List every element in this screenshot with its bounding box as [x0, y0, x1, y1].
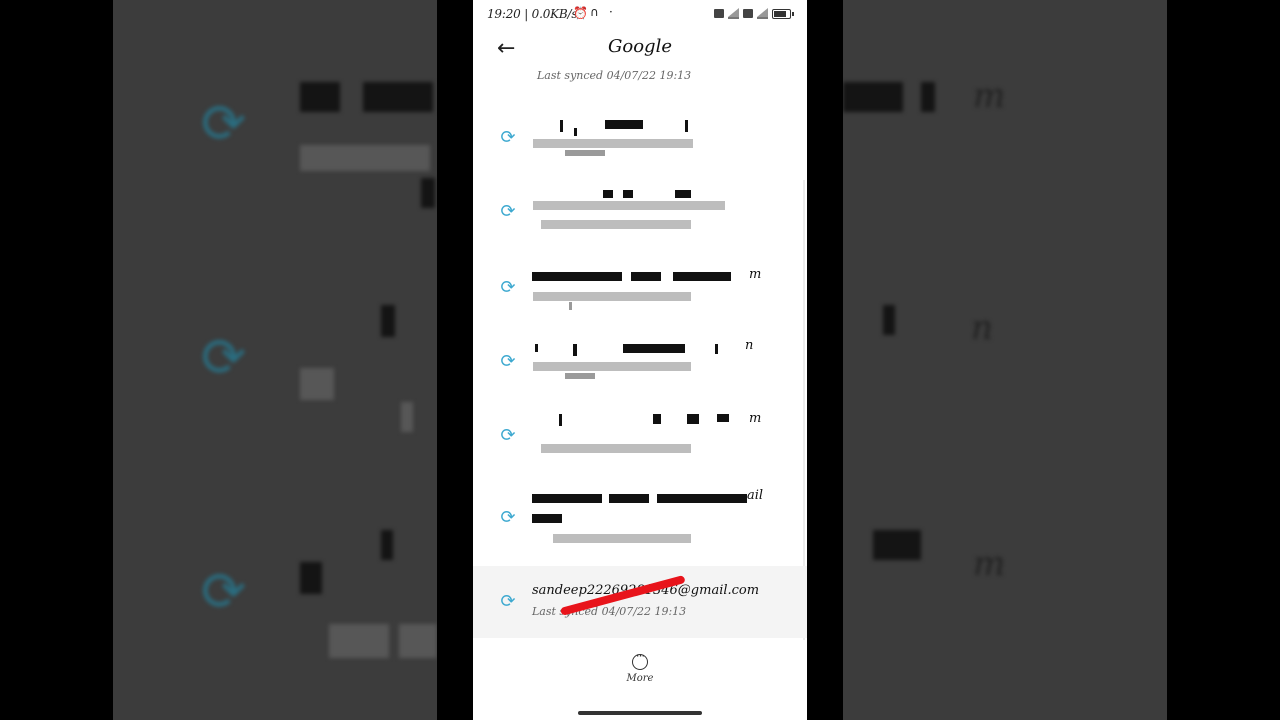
app-bar: ← Google: [473, 30, 807, 66]
redacted-block: [533, 139, 693, 148]
redacted-block: [623, 344, 685, 353]
item-visible-tail: ail: [747, 488, 764, 503]
sync-icon: ⟳: [500, 425, 516, 446]
item-visible-tail: m: [749, 411, 762, 426]
redacted-block: [603, 190, 613, 198]
redacted-block: [559, 414, 562, 426]
account-item[interactable]: ⟳ sandeep22269281346@gmail.com Last sync…: [473, 566, 807, 638]
list-item[interactable]: ⟳ m: [473, 404, 807, 466]
redacted-block: [541, 220, 691, 229]
redacted-block: [381, 305, 395, 337]
redacted-block: [560, 120, 563, 132]
redacted-block: [532, 514, 562, 523]
background-text-fragment: m: [973, 76, 1006, 116]
redacted-block: [381, 530, 393, 560]
redacted-block: [873, 530, 921, 560]
redacted-block: [329, 624, 389, 658]
redacted-block: [300, 82, 340, 112]
redacted-block: [533, 292, 691, 301]
list-item[interactable]: ⟳: [473, 180, 807, 240]
redacted-block: [883, 305, 895, 335]
sync-icon: ⟳: [500, 201, 516, 222]
redacted-block: [715, 344, 718, 354]
redacted-block: [605, 120, 643, 129]
battery-icon: [772, 8, 794, 19]
sync-icon: ⟳: [500, 591, 516, 612]
redacted-block: [687, 414, 699, 424]
redacted-block: [565, 150, 605, 156]
redacted-block: [631, 272, 661, 281]
redacted-block: [300, 368, 334, 400]
redacted-block: [399, 624, 437, 658]
blurred-background-left: ⟳ ⟳ ⟳: [113, 0, 437, 720]
redacted-block: [363, 82, 433, 112]
more-button[interactable]: More: [473, 649, 807, 684]
alarm-icon: ⏰: [573, 6, 588, 20]
signal-icon: [757, 8, 768, 19]
sync-icon: ⟳: [201, 326, 247, 389]
redacted-block: [532, 272, 622, 281]
status-bar: 19:20 | 0.0KB/s ⏰ ∩ ·: [473, 0, 807, 28]
partial-item-subtitle: Last synced 04/07/22 19:13: [537, 69, 692, 82]
sync-icon: ⟳: [500, 507, 516, 528]
redacted-block: [673, 272, 731, 281]
status-time-speed: 19:20 | 0.0KB/s: [487, 7, 578, 21]
home-indicator[interactable]: [578, 711, 702, 715]
redacted-block: [569, 302, 572, 310]
list-item[interactable]: ⟳ ail: [473, 484, 807, 558]
redacted-block: [300, 562, 322, 594]
sim-icon: [743, 9, 753, 18]
battery-fill: [774, 10, 786, 17]
sync-icon: ⟳: [500, 351, 516, 372]
redacted-block: [574, 128, 577, 136]
blurred-background-right: m n m: [843, 0, 1167, 720]
last-synced-text: Last synced 04/07/22 19:13: [532, 605, 687, 618]
redacted-block: [533, 201, 725, 210]
redacted-block: [685, 120, 688, 132]
more-circle-icon: [632, 649, 648, 670]
sync-icon: ⟳: [201, 560, 247, 623]
dot-icon: ·: [609, 5, 613, 19]
redacted-block: [541, 444, 691, 453]
signal-icon: [728, 8, 739, 19]
list-item[interactable]: ⟳: [473, 106, 807, 170]
redacted-block: [623, 190, 633, 198]
sync-icon: ⟳: [500, 277, 516, 298]
redacted-block: [532, 494, 602, 503]
redacted-block: [565, 373, 595, 379]
headphones-icon: ∩: [590, 5, 599, 19]
more-label: More: [626, 673, 654, 684]
list-item[interactable]: ⟳ n: [473, 328, 807, 390]
status-icons: [714, 8, 794, 19]
page-title: Google: [608, 36, 672, 57]
redacted-block: [553, 534, 691, 543]
redacted-block: [653, 414, 661, 424]
phone-screen: 19:20 | 0.0KB/s ⏰ ∩ · ← Google Last sync…: [473, 0, 807, 720]
item-visible-tail: m: [749, 267, 762, 282]
item-visible-tail: n: [745, 338, 754, 353]
redacted-block: [717, 414, 729, 422]
redacted-block: [609, 494, 649, 503]
redacted-block: [657, 494, 747, 503]
redacted-block: [421, 178, 435, 208]
list-item[interactable]: ⟳ m: [473, 252, 807, 314]
redacted-block: [300, 145, 430, 171]
sim-icon: [714, 9, 724, 18]
background-text-fragment: m: [973, 544, 1006, 584]
redacted-block: [573, 344, 577, 356]
sync-icon: ⟳: [201, 92, 247, 155]
background-text-fragment: n: [971, 308, 993, 348]
redacted-block: [533, 362, 691, 371]
redacted-block: [675, 190, 691, 198]
redacted-block: [401, 402, 413, 432]
redacted-block: [843, 82, 903, 112]
redacted-block: [535, 344, 538, 352]
redacted-block: [921, 82, 935, 112]
sync-icon: ⟳: [500, 127, 516, 148]
